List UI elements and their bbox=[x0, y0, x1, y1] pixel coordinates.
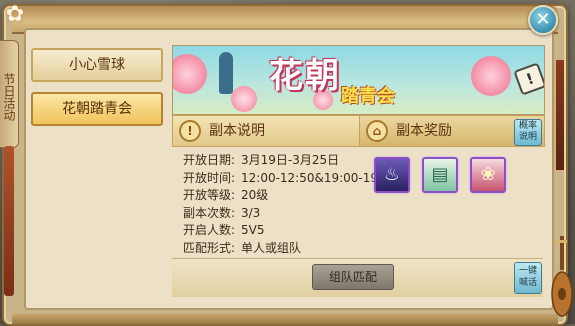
hanging-lantern-icon bbox=[556, 60, 564, 170]
detail-row: 副本次数: 3/3 bbox=[183, 204, 373, 222]
event-banner: 花朝 踏青会 ! bbox=[172, 45, 545, 115]
detail-value: 5V5 bbox=[241, 223, 265, 238]
detail-value: 3/3 bbox=[241, 205, 261, 220]
petal-icon bbox=[471, 56, 511, 96]
info-icon[interactable]: ! bbox=[513, 62, 544, 96]
exclamation-icon: ! bbox=[179, 120, 201, 142]
detail-key: 开放等级: bbox=[183, 188, 236, 203]
side-tab-ribbon bbox=[4, 146, 14, 296]
detail-key: 开启人数: bbox=[183, 223, 236, 238]
scroll-icon[interactable]: ▤ bbox=[422, 157, 458, 193]
detail-value: 单人或组队 bbox=[241, 240, 302, 255]
detail-key: 匹配形式: bbox=[183, 240, 236, 255]
gift-box-icon[interactable]: ❀ bbox=[470, 157, 506, 193]
event-list: 小心雪球 花朝踏青会 bbox=[31, 48, 163, 136]
detail-key: 开放时间: bbox=[183, 170, 236, 185]
dancer-figure-icon bbox=[219, 52, 233, 94]
probability-button[interactable]: 概率说明 bbox=[514, 119, 542, 146]
detail-row: 开放日期: 3月19日-3月25日 bbox=[183, 151, 373, 169]
event-item-flower-outing[interactable]: 花朝踏青会 bbox=[31, 92, 163, 126]
team-match-button[interactable]: 组队匹配 bbox=[312, 264, 394, 290]
pipa-ornament-icon bbox=[551, 236, 573, 317]
reward-chest-icon: ⌂ bbox=[366, 120, 388, 142]
description-header: ! 副本说明 bbox=[172, 115, 360, 147]
lotus-lamp-icon[interactable]: ♨ bbox=[374, 157, 410, 193]
detail-key: 开放日期: bbox=[183, 153, 236, 167]
petal-icon bbox=[173, 54, 207, 94]
corner-flower-icon: ✿ bbox=[5, 2, 25, 27]
close-button[interactable]: ✕ bbox=[528, 5, 558, 35]
description-title: 副本说明 bbox=[209, 123, 265, 139]
detail-row: 开启人数: 5V5 bbox=[183, 221, 373, 239]
tab-festival-events[interactable]: 节日活动 bbox=[0, 40, 19, 148]
window-bottom-border bbox=[12, 314, 558, 324]
detail-row: 开放时间: 12:00-12:50&19:00-19:50 bbox=[183, 169, 397, 187]
one-key-shout-button[interactable]: 一键喊话 bbox=[514, 262, 542, 294]
banner-subtitle: 踏青会 bbox=[341, 86, 395, 107]
banner-title: 花朝 bbox=[269, 56, 341, 96]
petal-icon bbox=[231, 86, 257, 112]
reward-title: 副本奖励 bbox=[396, 123, 452, 139]
detail-value: 20级 bbox=[241, 188, 269, 203]
detail-value: 3月19日-3月25日 bbox=[241, 153, 340, 167]
event-item-snowball[interactable]: 小心雪球 bbox=[31, 48, 163, 82]
detail-row: 匹配形式: 单人或组队 bbox=[183, 239, 373, 257]
detail-list: 开放日期: 3月19日-3月25日 开放时间: 12:00-12:50&19:00-… bbox=[183, 151, 397, 257]
detail-row: 开放等级: 20级 bbox=[183, 186, 373, 204]
detail-key: 副本次数: bbox=[183, 205, 236, 220]
